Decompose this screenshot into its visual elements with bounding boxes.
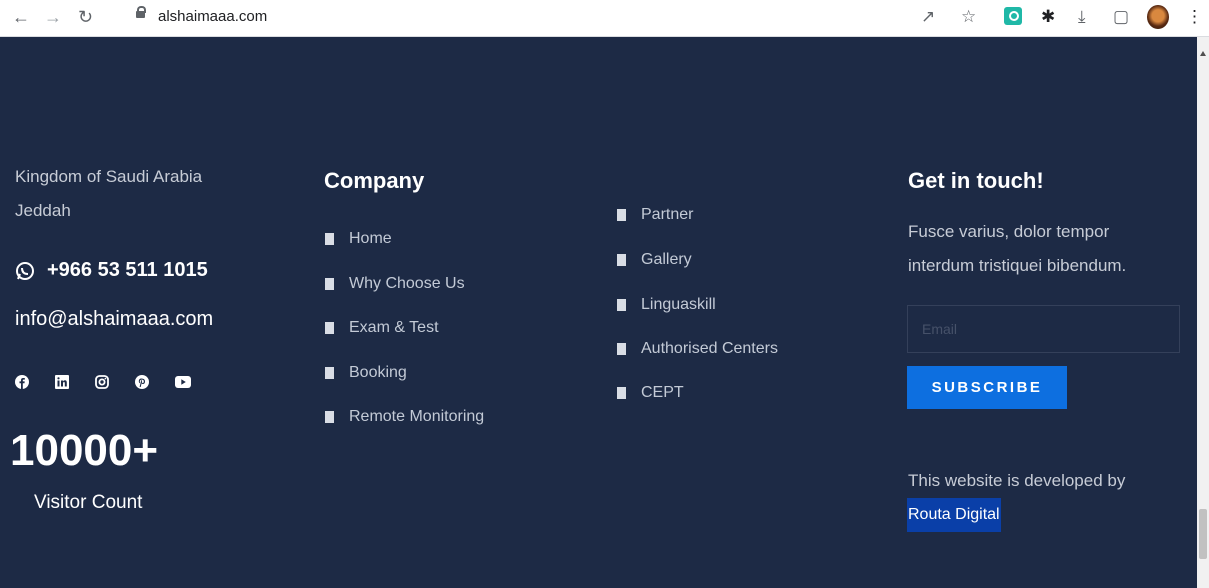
link-label: Remote Monitoring xyxy=(349,408,485,425)
scrollbar-thumb[interactable] xyxy=(1199,509,1207,559)
link-gallery[interactable]: Gallery xyxy=(617,251,692,269)
link-label: Why Choose Us xyxy=(349,275,465,292)
address-city: Jeddah xyxy=(15,201,71,220)
link-label: CEPT xyxy=(641,384,684,401)
phone-row[interactable]: +966 53 511 1015 xyxy=(15,259,208,282)
address-country: Kingdom of Saudi Arabia xyxy=(15,167,203,186)
reload-icon[interactable]: ↻ xyxy=(78,7,93,27)
menu-kebab-icon[interactable]: ⋮ xyxy=(1186,6,1203,28)
youtube-icon[interactable] xyxy=(175,375,191,389)
company-link-exam-test[interactable]: Exam & Test xyxy=(325,319,439,337)
linkedin-icon[interactable] xyxy=(55,375,69,389)
company-link-home[interactable]: Home xyxy=(325,230,392,248)
link-label: Exam & Test xyxy=(349,319,439,336)
pinterest-icon[interactable] xyxy=(135,375,149,389)
link-label: Linguaskill xyxy=(641,296,716,313)
company-heading: Company xyxy=(324,168,425,193)
link-label: Partner xyxy=(641,206,694,223)
scroll-up-arrow-icon[interactable] xyxy=(1200,51,1206,56)
company-link-why-choose-us[interactable]: Why Choose Us xyxy=(325,275,465,293)
subscribe-button[interactable]: SUBSCRIBE xyxy=(907,366,1067,409)
square-bullet-icon xyxy=(617,387,626,399)
square-bullet-icon xyxy=(325,278,334,290)
browser-toolbar: ← → ↻ alshaimaaa.com ↗ ☆ ✱ ⤓ ▢ ⋮ xyxy=(0,0,1209,37)
square-bullet-icon xyxy=(617,209,626,221)
company-link-remote-monitoring[interactable]: Remote Monitoring xyxy=(325,408,484,426)
link-label: Home xyxy=(349,230,392,247)
instagram-icon[interactable] xyxy=(95,375,109,389)
address-bar[interactable]: alshaimaaa.com xyxy=(158,8,267,25)
link-label: Authorised Centers xyxy=(641,340,778,357)
forward-arrow-icon[interactable]: → xyxy=(44,7,62,27)
square-bullet-icon xyxy=(325,233,334,245)
square-bullet-icon xyxy=(325,367,334,379)
profile-avatar[interactable] xyxy=(1147,5,1169,29)
extensions-puzzle-icon[interactable]: ✱ xyxy=(1041,6,1055,28)
download-icon[interactable]: ⤓ xyxy=(1078,6,1086,28)
newsletter-text-line1: Fusce varius, dolor tempor xyxy=(908,222,1110,241)
square-bullet-icon xyxy=(617,254,626,266)
developer-credit-text: This website is developed by xyxy=(908,471,1126,490)
extension-grammarly-icon[interactable] xyxy=(1004,7,1022,25)
link-linguaskill[interactable]: Linguaskill xyxy=(617,296,716,314)
side-panel-icon[interactable]: ▢ xyxy=(1113,6,1129,28)
link-label: Gallery xyxy=(641,251,692,268)
routa-digital-link[interactable]: Routa Digital xyxy=(907,498,1001,532)
square-bullet-icon xyxy=(617,343,626,355)
newsletter-heading: Get in touch! xyxy=(908,168,1044,193)
link-authorised-centers[interactable]: Authorised Centers xyxy=(617,340,778,358)
back-arrow-icon[interactable]: ← xyxy=(12,7,30,27)
facebook-icon[interactable] xyxy=(15,375,29,389)
square-bullet-icon xyxy=(325,322,334,334)
square-bullet-icon xyxy=(325,411,334,423)
site-footer: Kingdom of Saudi Arabia Jeddah +966 53 5… xyxy=(0,37,1197,588)
phone-number[interactable]: +966 53 511 1015 xyxy=(47,259,208,282)
link-cept[interactable]: CEPT xyxy=(617,384,684,402)
visitor-count-label: Visitor Count xyxy=(34,492,143,513)
newsletter-text-line2: interdum tristiquei bibendum. xyxy=(908,256,1127,275)
newsletter-email-input[interactable] xyxy=(907,305,1180,353)
link-partner[interactable]: Partner xyxy=(617,206,693,224)
page-scrollbar[interactable] xyxy=(1197,37,1209,588)
lock-icon[interactable] xyxy=(136,6,146,18)
email-link[interactable]: info@alshaimaaa.com xyxy=(15,308,213,331)
link-label: Booking xyxy=(349,364,407,381)
share-icon[interactable]: ↗ xyxy=(921,6,935,28)
bookmark-star-icon[interactable]: ☆ xyxy=(961,6,976,28)
square-bullet-icon xyxy=(617,299,626,311)
whatsapp-icon xyxy=(16,261,34,280)
company-link-booking[interactable]: Booking xyxy=(325,364,407,382)
visitor-count: 10000+ xyxy=(10,426,159,475)
